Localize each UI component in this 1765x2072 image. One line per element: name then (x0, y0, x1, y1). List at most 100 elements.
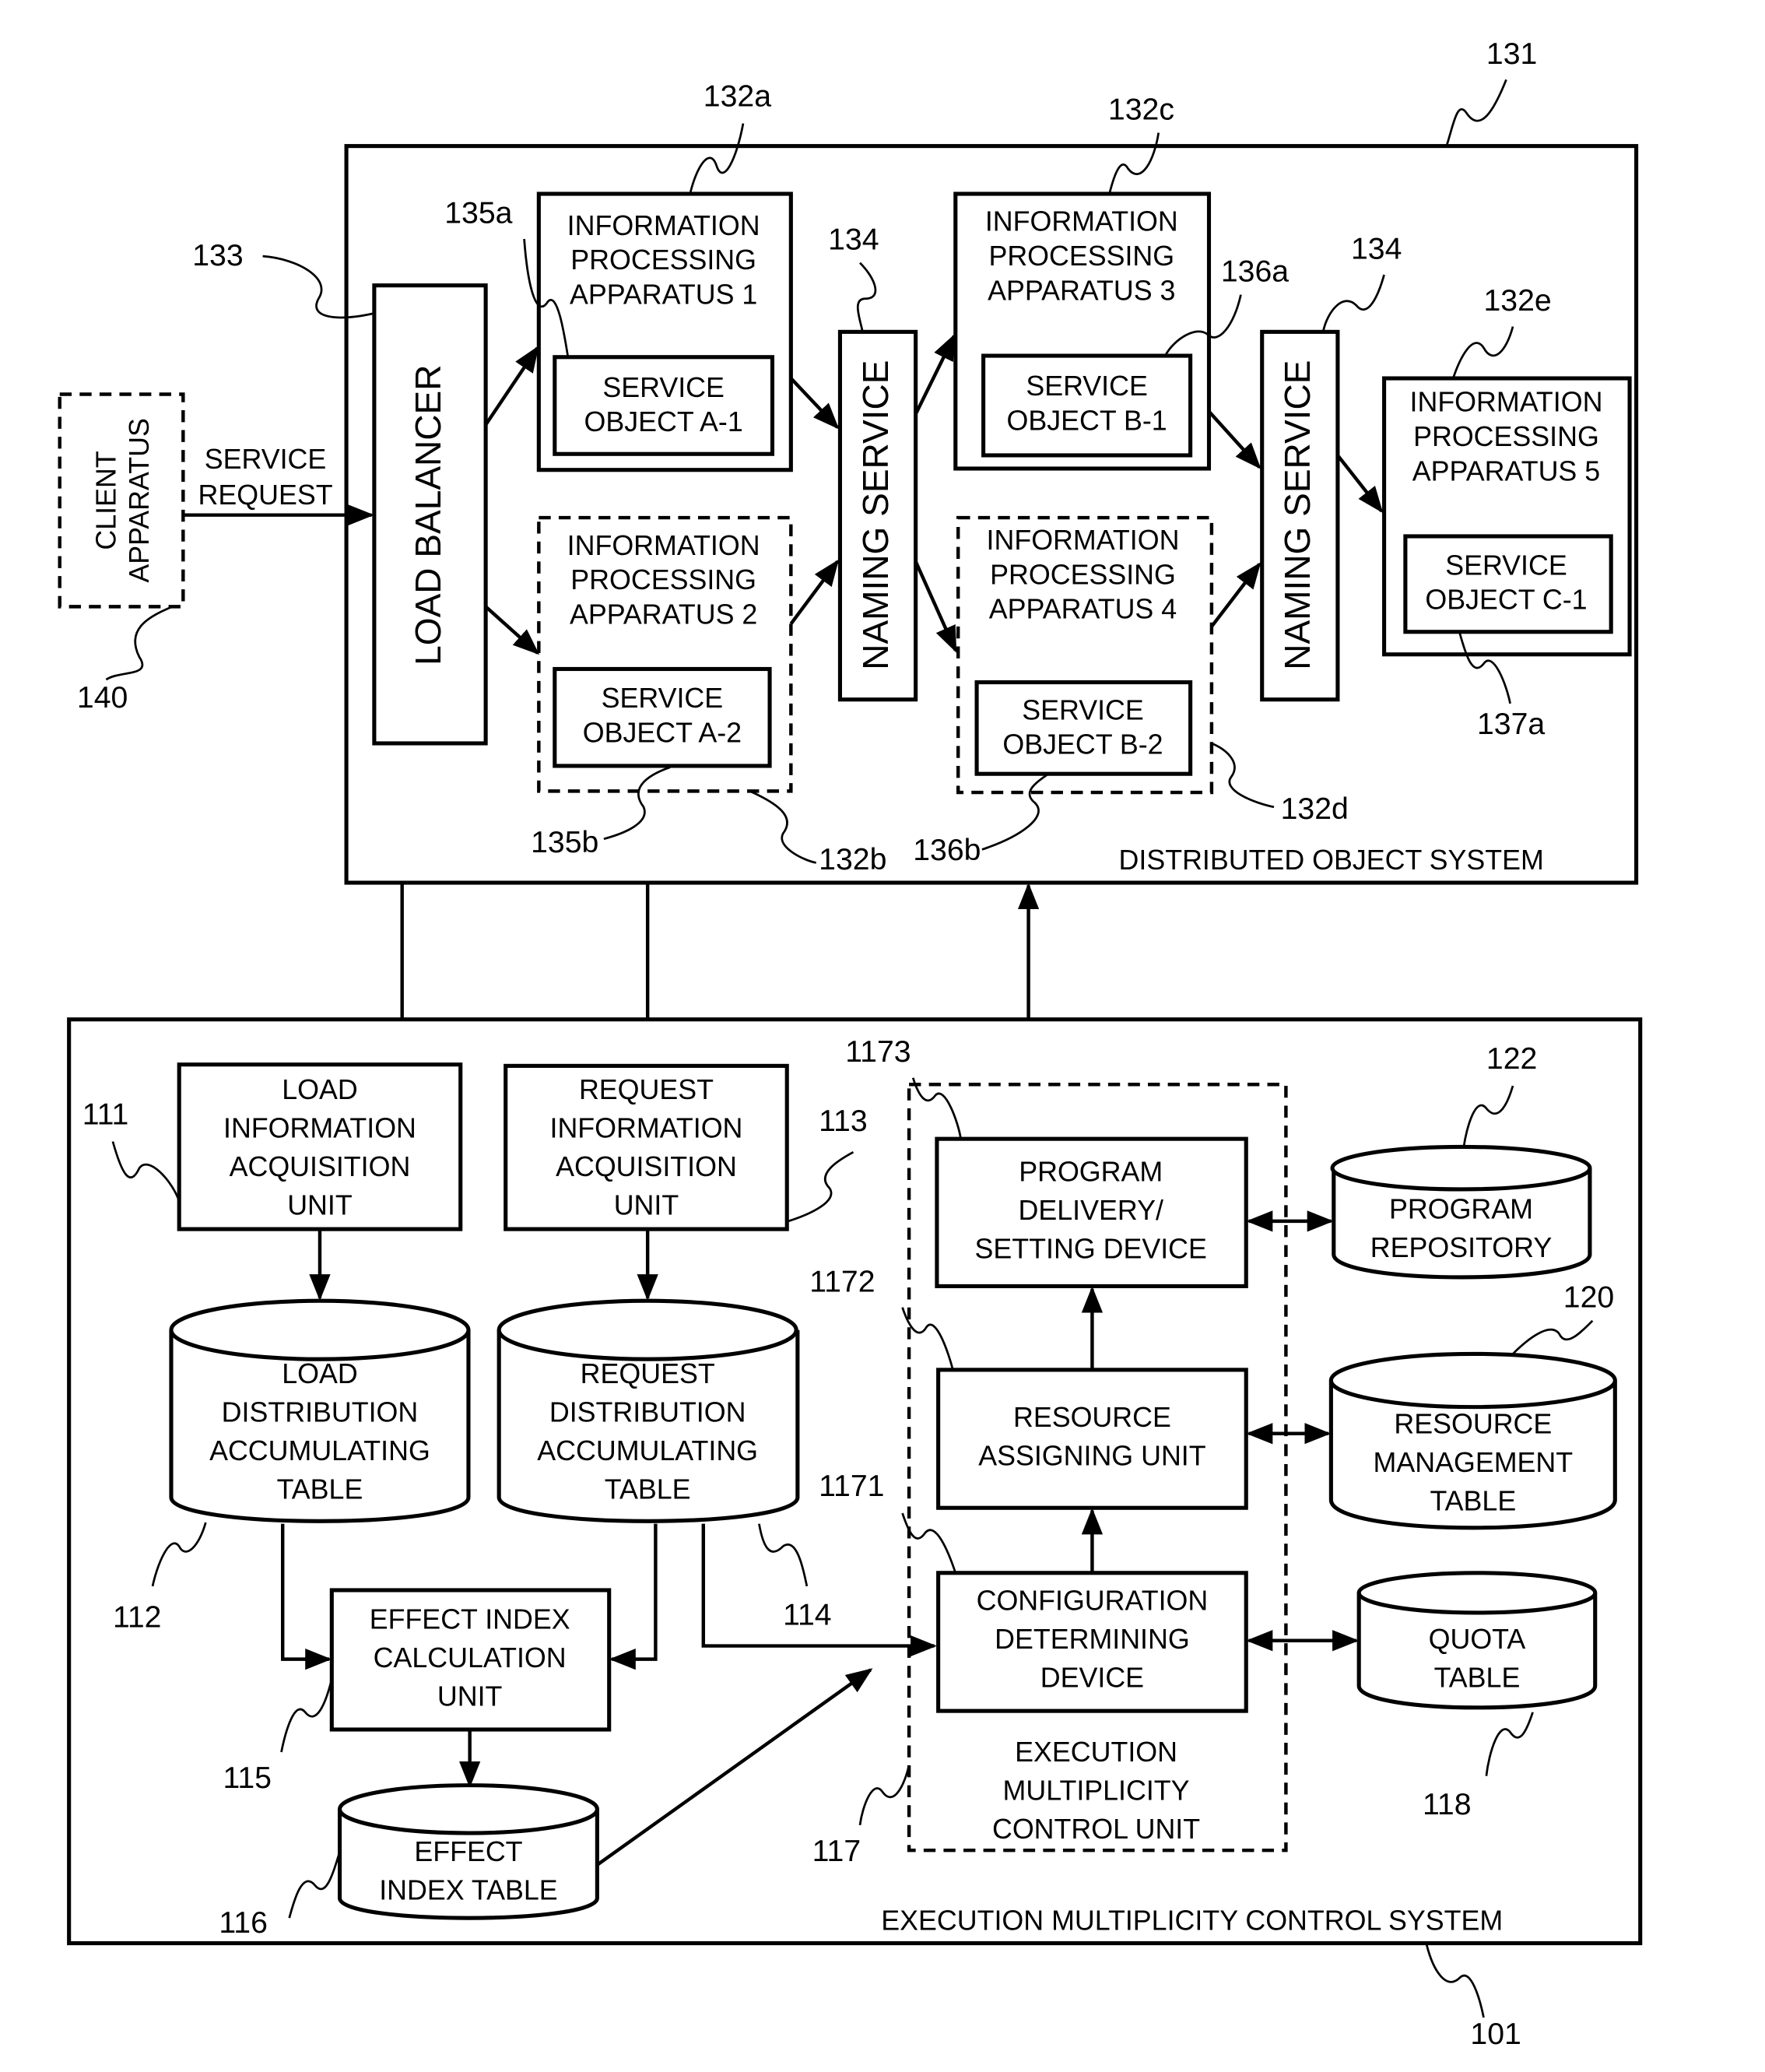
apparatus-1-line-2: PROCESSING (570, 244, 756, 276)
request-table-line-1: REQUEST (581, 1358, 715, 1389)
ref-120: 120 (1563, 1280, 1614, 1315)
effect-table-line-1: EFFECT (414, 1836, 522, 1867)
control-system-label: EXECUTION MULTIPLICITY CONTROL SYSTEM (881, 1905, 1503, 1936)
ref-132d: 132d (1281, 792, 1349, 826)
ref-113: 113 (819, 1104, 868, 1138)
load-table-line-3: ACCUMULATING (209, 1435, 430, 1466)
service-object-a1-line-2: OBJECT A-1 (584, 406, 743, 437)
apparatus-1-line-3: APPARATUS 1 (570, 279, 757, 311)
apparatus-2-line-3: APPARATUS 2 (570, 599, 757, 630)
svg-text:CLIENT: CLIENT (90, 451, 121, 550)
service-object-b2-line-1: SERVICE (1022, 694, 1144, 725)
ref-132b: 132b (819, 842, 886, 876)
resource-table-line-3: TABLE (1430, 1486, 1516, 1517)
ref-132c: 132c (1108, 93, 1174, 127)
ref-136b: 136b (913, 833, 981, 867)
ref-1173: 1173 (845, 1034, 911, 1069)
ref-116: 116 (219, 1905, 268, 1940)
ref-1172: 1172 (809, 1264, 875, 1298)
config-determining-line-3: DEVICE (1040, 1662, 1144, 1693)
ref-118: 118 (1423, 1787, 1472, 1821)
ref-133: 133 (192, 238, 243, 272)
resource-assigning-unit-box (936, 1368, 1248, 1510)
apparatus-1-line-1: INFORMATION (567, 210, 760, 241)
request-table-line-2: DISTRIBUTION (549, 1396, 746, 1428)
request-info-line-3: ACQUISITION (556, 1151, 737, 1182)
program-repository-line-1: PROGRAM (1389, 1193, 1533, 1224)
ref-131: 131 (1486, 37, 1537, 71)
ref-134-first: 134 (828, 223, 879, 257)
resource-assigning-line-2: ASSIGNING UNIT (978, 1441, 1206, 1472)
request-info-line-2: INFORMATION (550, 1112, 743, 1143)
ref-1171: 1171 (819, 1469, 884, 1503)
ref-137a: 137a (1477, 707, 1545, 741)
service-object-b1-line-1: SERVICE (1026, 371, 1148, 402)
leader-101 (1425, 1944, 1485, 2018)
program-delivery-line-2: DELIVERY/ (1019, 1195, 1163, 1226)
ref-101: 101 (1470, 2017, 1521, 2051)
load-info-line-2: INFORMATION (223, 1112, 416, 1143)
program-repository-line-2: REPOSITORY (1370, 1232, 1553, 1263)
apparatus-4-line-2: PROCESSING (990, 559, 1176, 590)
program-delivery-line-1: PROGRAM (1019, 1157, 1163, 1188)
resource-assigning-line-1: RESOURCE (1013, 1402, 1171, 1433)
ref-112: 112 (113, 1600, 162, 1635)
request-info-line-4: UNIT (614, 1189, 679, 1220)
service-object-b2-line-2: OBJECT B-2 (1002, 729, 1163, 760)
svg-text:APPARATUS: APPARATUS (124, 418, 155, 583)
ref-132e: 132e (1483, 283, 1551, 318)
request-table-line-4: TABLE (605, 1473, 691, 1505)
control-unit-line-3: CONTROL UNIT (992, 1814, 1200, 1845)
resource-table-line-1: RESOURCE (1394, 1409, 1552, 1440)
quota-table-line-1: QUOTA (1429, 1624, 1526, 1655)
ref-111: 111 (82, 1097, 129, 1131)
apparatus-5-line-2: PROCESSING (1413, 421, 1599, 452)
service-request-label-1: SERVICE (205, 444, 327, 475)
leader-140 (105, 606, 174, 681)
quota-table-line-2: TABLE (1434, 1662, 1521, 1693)
service-object-b1-line-2: OBJECT B-1 (1007, 406, 1167, 437)
load-table-line-1: LOAD (282, 1358, 357, 1389)
ref-135a: 135a (444, 196, 512, 230)
distributed-object-system-label: DISTRIBUTED OBJECT SYSTEM (1119, 845, 1544, 876)
load-table-line-2: DISTRIBUTION (222, 1396, 419, 1428)
program-delivery-line-3: SETTING DEVICE (975, 1234, 1207, 1265)
client-apparatus-label: CLIENT APPARATUS (90, 418, 155, 583)
request-table-line-3: ACCUMULATING (537, 1435, 758, 1466)
config-determining-line-2: DETERMINING (995, 1624, 1190, 1655)
leader-131 (1445, 79, 1507, 147)
config-determining-line-1: CONFIGURATION (977, 1586, 1209, 1617)
apparatus-2-line-2: PROCESSING (570, 564, 756, 595)
effect-table-line-2: INDEX TABLE (379, 1874, 557, 1905)
ref-134-second: 134 (1351, 232, 1402, 266)
ref-115: 115 (223, 1761, 272, 1795)
ref-132a: 132a (704, 79, 771, 113)
service-request-label-2: REQUEST (198, 479, 333, 511)
service-object-a2-line-1: SERVICE (602, 683, 724, 714)
apparatus-4-line-1: INFORMATION (987, 525, 1180, 556)
apparatus-3-line-3: APPARATUS 3 (988, 275, 1175, 306)
resource-table-line-2: MANAGEMENT (1374, 1447, 1574, 1478)
ref-135b: 135b (531, 825, 598, 859)
load-info-line-1: LOAD (282, 1074, 357, 1105)
effect-calc-line-3: UNIT (437, 1680, 503, 1712)
apparatus-5-line-3: APPARATUS 5 (1412, 455, 1600, 486)
apparatus-3-line-1: INFORMATION (985, 206, 1178, 237)
load-balancer-label: LOAD BALANCER (408, 365, 448, 665)
apparatus-5-line-1: INFORMATION (1410, 387, 1603, 418)
naming-service-1-label: NAMING SERVICE (855, 360, 896, 670)
patent-diagram: DISTRIBUTED OBJECT SYSTEM 131 CLIENT APP… (58, 37, 1643, 2051)
naming-service-2-label: NAMING SERVICE (1277, 360, 1318, 670)
service-object-a2-line-2: OBJECT A-2 (583, 717, 742, 748)
service-object-a1-line-1: SERVICE (602, 372, 725, 403)
ref-140: 140 (77, 680, 128, 715)
apparatus-4-line-3: APPARATUS 4 (989, 594, 1177, 625)
service-object-c1-line-1: SERVICE (1445, 550, 1567, 581)
load-info-line-3: ACQUISITION (230, 1151, 411, 1182)
request-info-line-1: REQUEST (579, 1074, 714, 1105)
load-table-line-4: TABLE (277, 1473, 363, 1505)
effect-calc-line-2: CALCULATION (374, 1642, 567, 1673)
ref-122: 122 (1486, 1041, 1537, 1076)
control-unit-line-1: EXECUTION (1015, 1737, 1177, 1768)
ref-114: 114 (783, 1597, 832, 1631)
